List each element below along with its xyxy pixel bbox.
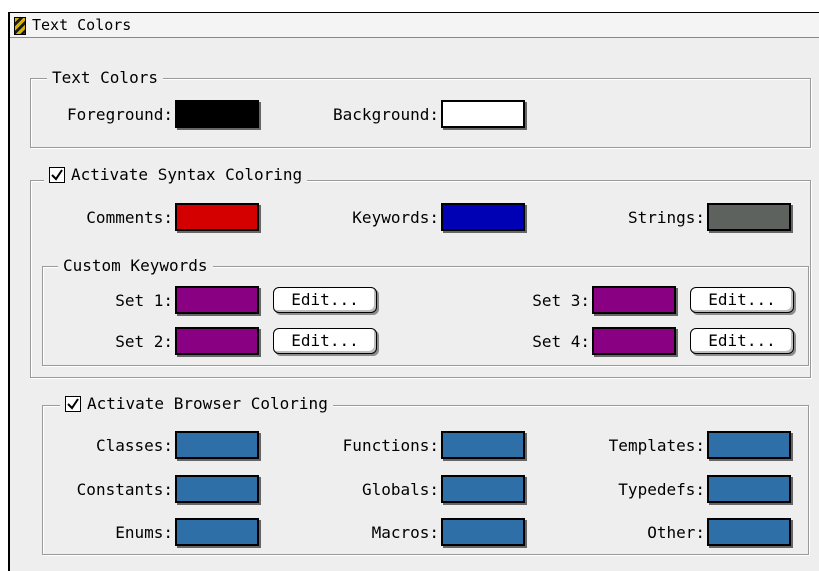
typedefs-color-swatch[interactable] xyxy=(707,475,791,503)
typedefs-label: Typedefs: xyxy=(618,480,705,499)
syntax-coloring-label: Activate Syntax Coloring xyxy=(71,165,303,184)
set1-color-swatch[interactable] xyxy=(175,286,259,314)
enums-label: Enums: xyxy=(115,523,173,542)
classes-color-swatch[interactable] xyxy=(175,431,259,459)
globals-color-swatch[interactable] xyxy=(441,475,525,503)
set3-edit-button[interactable]: Edit... xyxy=(690,287,794,313)
comments-label: Comments: xyxy=(86,208,173,227)
set1-label: Set 1: xyxy=(115,291,173,310)
syntax-coloring-legend[interactable]: Activate Syntax Coloring xyxy=(44,165,308,185)
templates-label: Templates: xyxy=(608,436,705,455)
keywords-color-swatch[interactable] xyxy=(441,203,525,231)
background-color-swatch[interactable] xyxy=(441,100,525,128)
keywords-label: Keywords: xyxy=(352,208,439,227)
custom-keywords-legend-label: Custom Keywords xyxy=(63,256,208,275)
set3-label: Set 3: xyxy=(532,291,590,310)
set4-label: Set 4: xyxy=(532,332,590,351)
browser-coloring-label: Activate Browser Coloring xyxy=(87,394,328,413)
title-bar[interactable]: Text Colors xyxy=(10,13,819,38)
set3-color-swatch[interactable] xyxy=(592,286,676,314)
text-colors-legend-label: Text Colors xyxy=(52,68,158,87)
set2-label: Set 2: xyxy=(115,332,173,351)
constants-color-swatch[interactable] xyxy=(175,475,259,503)
browser-coloring-checkbox[interactable] xyxy=(65,396,81,412)
macros-color-swatch[interactable] xyxy=(441,518,525,546)
set2-color-swatch[interactable] xyxy=(175,327,259,355)
classes-label: Classes: xyxy=(95,436,173,455)
macros-label: Macros: xyxy=(371,523,439,542)
functions-color-swatch[interactable] xyxy=(441,431,525,459)
strings-color-swatch[interactable] xyxy=(707,203,791,231)
browser-coloring-legend[interactable]: Activate Browser Coloring xyxy=(60,394,333,414)
comments-color-swatch[interactable] xyxy=(175,203,259,231)
window-title: Text Colors xyxy=(32,16,132,34)
background-label: Background: xyxy=(333,105,439,124)
set4-color-swatch[interactable] xyxy=(592,327,676,355)
foreground-label: Foreground: xyxy=(67,105,173,124)
globals-label: Globals: xyxy=(361,480,439,499)
templates-color-swatch[interactable] xyxy=(707,431,791,459)
enums-color-swatch[interactable] xyxy=(175,518,259,546)
checkmark-icon xyxy=(67,398,79,410)
other-color-swatch[interactable] xyxy=(707,518,791,546)
text-colors-legend: Text Colors xyxy=(47,68,163,88)
set1-edit-button[interactable]: Edit... xyxy=(273,287,377,313)
set2-edit-button[interactable]: Edit... xyxy=(273,328,377,354)
constants-label: Constants: xyxy=(76,480,173,499)
functions-label: Functions: xyxy=(342,436,439,455)
set4-edit-button[interactable]: Edit... xyxy=(690,328,794,354)
strings-label: Strings: xyxy=(627,208,705,227)
foreground-color-swatch[interactable] xyxy=(175,100,259,128)
other-label: Other: xyxy=(647,523,705,542)
checkmark-icon xyxy=(51,169,63,181)
syntax-coloring-checkbox[interactable] xyxy=(49,167,65,183)
custom-keywords-legend: Custom Keywords xyxy=(58,256,213,276)
app-icon xyxy=(14,17,26,35)
